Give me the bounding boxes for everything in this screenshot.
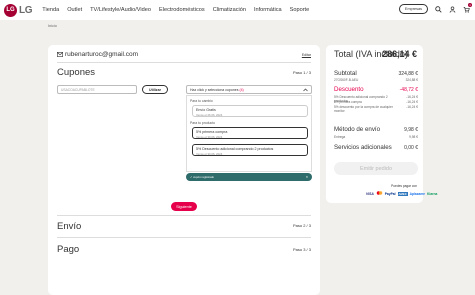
email-row: rubenarturoc@gmail.com [57,51,138,58]
checkout-panel: rubenarturoc@gmail.com Editar Cupones Pa… [48,45,320,295]
main-nav: Tienda Outlet TV/Lifestyle/Audio/Video E… [42,7,309,13]
nav-item-electrodomesticos[interactable]: Electrodomésticos [159,7,205,13]
aplazame-logo: Aplazame [409,191,426,196]
payment-section-title[interactable]: Pago [57,244,79,255]
divider [57,237,311,238]
coupons-step: Paso 1 / 3 [292,70,311,75]
shipping-section-title[interactable]: Envío [57,221,81,232]
divider [57,62,311,63]
shipping-method-row: Método de envío 9,98 € [334,126,418,133]
close-icon[interactable]: ✕ [306,175,308,179]
coupon-option-two-products[interactable]: 5% Descuento adicional comprando 2 produ… [192,144,308,156]
nav-item-soporte[interactable]: Soporte [290,7,310,13]
toast-message: ✓ cupón registrado [190,175,214,179]
delivery-row: Entrega 9,98 € [334,135,418,139]
lg-logo-mark: LG [4,3,17,17]
coupon-code-placeholder: USACOACUPABLOTE [61,87,95,92]
coupon-registered-toast: ✓ cupón registrado ✕ [186,173,312,181]
summary-total: 286,14 € [381,49,417,59]
coupon-dropdown-label: Haz click y selecciona cupones (4) [190,87,244,92]
search-icon[interactable] [434,5,442,13]
lg-logo-text: LG [19,4,33,16]
discount-item: 5% descuento por la compra de cualquier … [334,105,418,113]
mastercard-logo [376,191,383,196]
payment-methods-label: Puedes pagar con [391,184,417,188]
payment-step: Paso 3 / 3 [292,247,311,252]
order-summary-panel: Total (IVA incluido) 286,14 € Subtotal 3… [326,45,437,203]
group-product-label: Para tu producto [190,121,216,125]
nav-item-tv[interactable]: TV/Lifestyle/Audio/Video [90,7,151,13]
group-cart-label: Para tu cambio [190,99,213,103]
discount-row: Descuento -48,72 € [334,86,418,93]
coupon-options-list: Para tu cambio Envío Gratis Vence el 26.… [186,95,312,172]
place-order-button[interactable]: Emitir pedido [334,162,418,175]
coupon-select-dropdown[interactable]: Haz click y selecciona cupones (4) [186,85,312,94]
paypal-logo: PayPal [384,191,396,196]
payment-logos: VISA PayPal AMEX Aplazame Klarna [366,191,437,196]
cart-badge: 1 [468,3,472,7]
nav-item-climatizacion[interactable]: Climatización [213,7,246,13]
product-row: 27GS60F-B.AEU 324,88 € [334,78,418,82]
next-button[interactable]: Siguiente [171,202,197,211]
mail-icon [57,52,63,57]
empresas-button[interactable]: Empresas [398,4,428,14]
coupon-code-input[interactable]: USACOACUPABLOTE [57,85,137,94]
edit-email-link[interactable]: Editar [302,53,311,57]
nav-item-informatica[interactable]: Informática [254,7,282,13]
divider [57,215,311,216]
coupon-option-first-purchase[interactable]: 5% primera compra Vence el 30.06. 2024 [192,127,308,139]
user-icon[interactable] [448,5,456,13]
cart-icon[interactable]: 1 [462,3,472,13]
coupon-count: (4) [239,87,244,92]
chevron-up-icon [303,88,308,91]
email-text: rubenarturoc@gmail.com [65,51,139,58]
klarna-logo: Klarna [427,191,438,196]
coupons-section-title: Cupones [57,67,96,78]
lg-logo[interactable]: LG LG [4,3,33,17]
use-coupon-button[interactable]: Utilizar [142,85,168,94]
amex-logo: AMEX [397,191,408,196]
breadcrumb[interactable]: Inicio [48,24,57,28]
top-navigation-bar: LG LG Tienda Outlet TV/Lifestyle/Audio/V… [0,0,475,20]
nav-item-outlet[interactable]: Outlet [67,7,82,13]
subtotal-row: Subtotal 324,88 € [334,70,418,77]
visa-logo: VISA [366,191,374,196]
coupon-option-free-shipping[interactable]: Envío Gratis Vence el 26.06. 2024 [192,105,308,117]
shipping-step: Paso 2 / 3 [292,223,311,228]
nav-item-tienda[interactable]: Tienda [42,7,59,13]
additional-services-row: Servicios adicionales 0,00 € [334,144,418,151]
